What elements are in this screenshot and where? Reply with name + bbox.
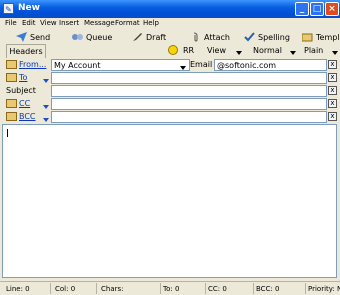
paperclip-icon	[190, 32, 201, 42]
draft-button[interactable]: Draft	[132, 32, 166, 42]
bcc-label[interactable]: BCC	[6, 112, 36, 121]
subject-field[interactable]	[51, 85, 327, 97]
to-label[interactable]: To	[6, 73, 27, 82]
read-receipt-toggle[interactable]: RR	[183, 46, 194, 55]
draft-icon	[132, 32, 143, 42]
chevron-down-icon[interactable]	[43, 115, 49, 124]
address-book-icon	[6, 73, 17, 82]
status-separator	[205, 283, 206, 294]
status-priority: Priority: N	[308, 285, 340, 293]
status-separator	[305, 283, 306, 294]
spell-check-icon	[244, 32, 255, 42]
close-icon[interactable]: x	[328, 60, 337, 69]
message-body-editor[interactable]	[2, 124, 337, 278]
headers-bar: Headers RR View Normal Plain	[0, 44, 340, 58]
address-book-icon	[6, 60, 17, 69]
queue-icon	[72, 32, 83, 42]
subject-label: Subject	[6, 86, 36, 95]
chevron-down-icon[interactable]	[236, 48, 242, 57]
menu-insert[interactable]: Insert	[59, 19, 79, 27]
menu-edit[interactable]: Edit	[22, 19, 36, 27]
email-label: Email	[190, 60, 213, 69]
menu-file[interactable]: File	[5, 19, 17, 27]
close-icon[interactable]: x	[328, 99, 337, 108]
view-dropdown[interactable]: View	[207, 46, 226, 55]
menu-message[interactable]: Message	[84, 19, 115, 27]
close-button[interactable]: ×	[325, 2, 339, 16]
chevron-down-icon[interactable]	[332, 48, 338, 57]
from-row: From... My Account Email @softonic.com x	[0, 59, 340, 72]
email-field[interactable]: @softonic.com	[214, 59, 327, 71]
minimize-button[interactable]: _	[295, 2, 309, 16]
tab-headers[interactable]: Headers	[6, 44, 46, 58]
templates-icon	[301, 32, 313, 42]
status-separator	[253, 283, 254, 294]
status-line: Line: 0	[6, 285, 30, 293]
cc-label[interactable]: CC	[6, 99, 30, 108]
close-icon[interactable]: x	[328, 86, 337, 95]
status-bcc: BCC: 0	[256, 285, 280, 293]
status-col: Col: 0	[55, 285, 76, 293]
toolbar: Send Queue Draft Attach Spelling Templ	[0, 30, 340, 44]
status-bar: Line: 0 Col: 0 Chars: To: 0 CC: 0 BCC: 0…	[0, 281, 340, 295]
window-title: New	[18, 3, 40, 13]
account-select[interactable]: My Account	[51, 59, 190, 71]
app-icon: ✎	[3, 3, 14, 14]
attach-button[interactable]: Attach	[190, 32, 230, 42]
templates-button[interactable]: Templ	[301, 32, 340, 42]
chevron-down-icon[interactable]	[290, 48, 296, 57]
status-cc: CC: 0	[208, 285, 227, 293]
send-button[interactable]: Send	[16, 32, 50, 42]
cc-row: CC x	[0, 98, 340, 111]
to-row: To x	[0, 72, 340, 85]
compose-window: ✎ New _ □ × File Edit View Insert Messag…	[0, 0, 340, 295]
smiley-icon[interactable]	[168, 45, 178, 55]
close-icon[interactable]: x	[328, 73, 337, 82]
status-separator	[96, 283, 97, 294]
format-dropdown[interactable]: Plain	[304, 46, 323, 55]
status-chars: Chars:	[101, 285, 124, 293]
text-caret	[7, 129, 8, 137]
status-to: To: 0	[163, 285, 180, 293]
title-bar: ✎ New _ □ ×	[0, 0, 340, 18]
close-icon[interactable]: x	[328, 112, 337, 121]
to-field[interactable]	[51, 72, 327, 84]
subject-row: Subject x	[0, 85, 340, 98]
queue-button[interactable]: Queue	[72, 32, 112, 42]
from-label[interactable]: From...	[6, 60, 46, 69]
menu-bar: File Edit View Insert Message Format Hel…	[0, 18, 340, 30]
menu-format[interactable]: Format	[115, 19, 140, 27]
chevron-down-icon[interactable]	[43, 102, 49, 111]
chevron-down-icon[interactable]	[43, 76, 49, 85]
cc-field[interactable]	[51, 98, 327, 110]
address-book-icon	[6, 112, 17, 121]
bcc-row: BCC x	[0, 111, 340, 124]
maximize-button[interactable]: □	[310, 2, 324, 16]
bcc-field[interactable]	[51, 111, 327, 123]
priority-dropdown[interactable]: Normal	[253, 46, 282, 55]
address-book-icon	[6, 99, 17, 108]
status-separator	[50, 283, 51, 294]
status-separator	[160, 283, 161, 294]
send-icon	[16, 32, 27, 42]
spelling-button[interactable]: Spelling	[244, 32, 290, 42]
menu-help[interactable]: Help	[143, 19, 159, 27]
chevron-down-icon	[180, 63, 186, 72]
menu-view[interactable]: View	[40, 19, 57, 27]
